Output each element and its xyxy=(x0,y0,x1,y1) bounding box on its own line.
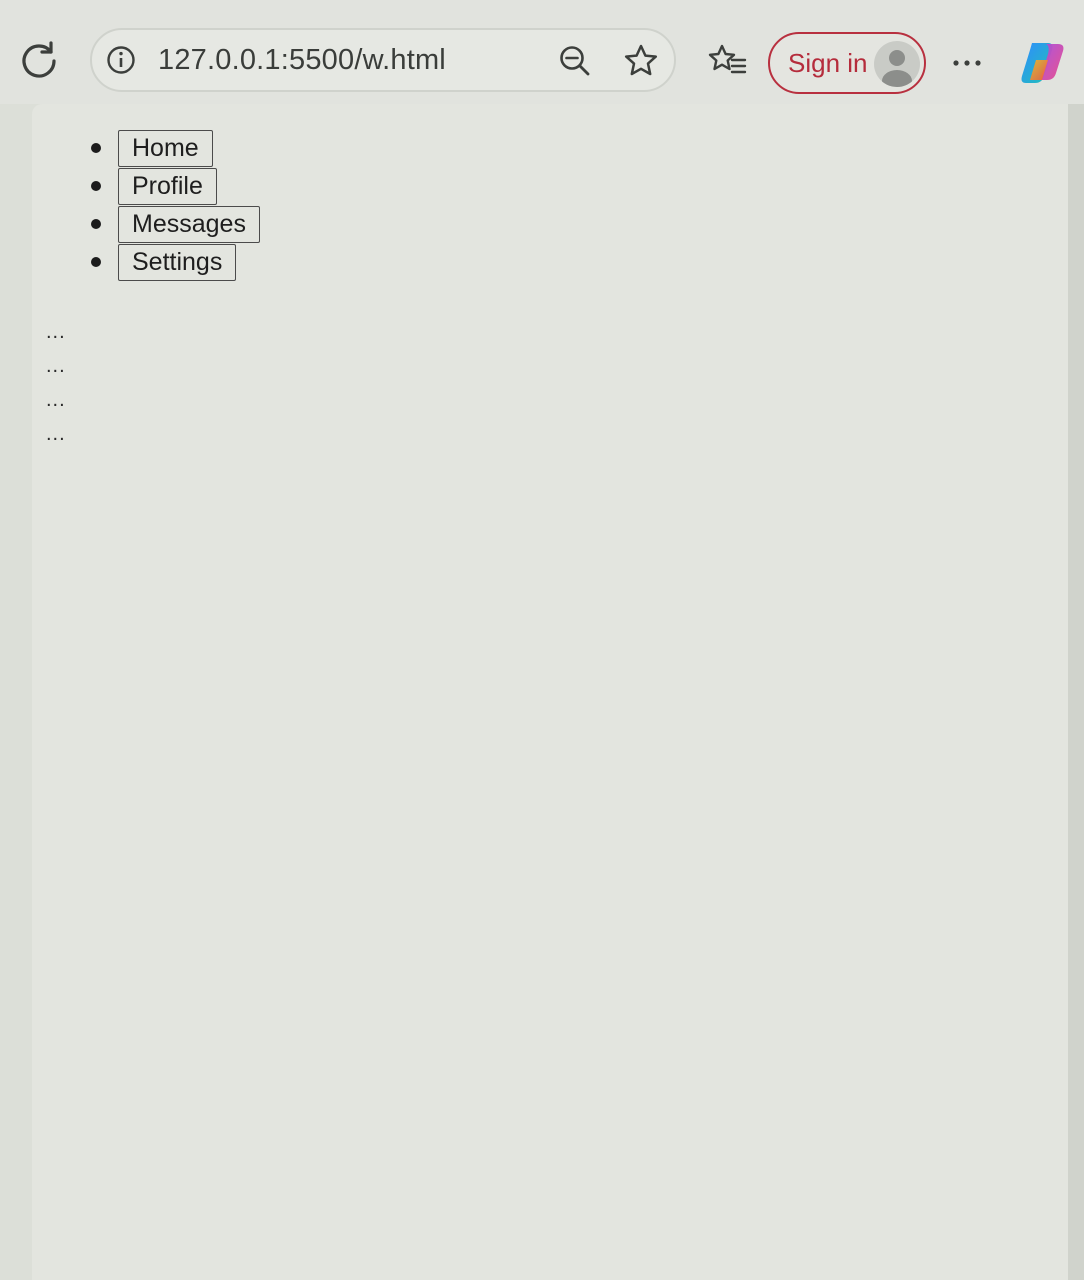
reload-icon[interactable] xyxy=(18,38,60,80)
site-info-icon[interactable] xyxy=(106,45,136,75)
ellipsis-text: ... xyxy=(46,389,66,411)
ellipsis-text: ... xyxy=(46,355,66,377)
window-edge xyxy=(1068,104,1084,1280)
bullet xyxy=(91,257,101,267)
bullet xyxy=(91,143,101,153)
page-viewport: Home Profile Messages Settings ... ... .… xyxy=(32,104,1068,1280)
avatar-icon xyxy=(874,41,920,87)
favorites-list-icon[interactable] xyxy=(706,42,748,82)
url-text[interactable]: 127.0.0.1:5500/w.html xyxy=(158,44,446,77)
zoom-out-icon[interactable] xyxy=(558,44,592,78)
more-icon[interactable] xyxy=(950,48,984,78)
sign-in-button[interactable]: Sign in xyxy=(768,32,926,94)
copilot-icon[interactable] xyxy=(1018,40,1068,86)
settings-button[interactable]: Settings xyxy=(118,244,237,281)
ellipsis-column: ... ... ... ... xyxy=(46,322,66,458)
bullet xyxy=(91,219,101,229)
sign-in-label: Sign in xyxy=(788,48,868,78)
ellipsis-text: ... xyxy=(46,321,66,343)
browser-toolbar: 127.0.0.1:5500/w.html Sign in xyxy=(0,0,1084,104)
ellipsis-text: ... xyxy=(46,423,66,445)
home-button[interactable]: Home xyxy=(118,130,213,167)
messages-button[interactable]: Messages xyxy=(118,206,260,243)
profile-button[interactable]: Profile xyxy=(118,168,217,205)
address-bar[interactable]: 127.0.0.1:5500/w.html xyxy=(90,28,676,92)
bullet xyxy=(91,181,101,191)
favorite-star-icon[interactable] xyxy=(622,42,660,80)
